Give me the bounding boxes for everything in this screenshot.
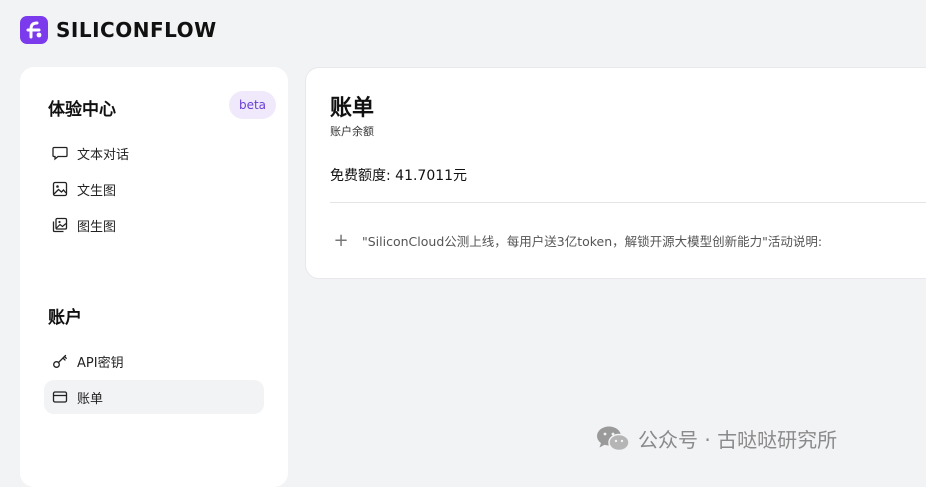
sidebar-item-label: API密钥	[77, 355, 124, 371]
page-subtitle: 账户余额	[330, 125, 374, 138]
page-title: 账单	[330, 96, 375, 121]
siliconflow-logo-icon	[20, 16, 48, 44]
sidebar-item-api-keys[interactable]: API密钥	[44, 344, 264, 378]
sidebar-item-label: 账单	[77, 391, 104, 407]
section-title-account: 账户	[48, 308, 82, 328]
watermark-text: 公众号 · 古哒哒研究所	[638, 428, 838, 452]
sidebar: 体验中心 beta 文本对话 文生图 图生图 账户 API密钥 账单	[20, 67, 288, 487]
sidebar-item-image-to-image[interactable]: 图生图	[44, 208, 264, 242]
beta-badge: beta	[229, 91, 276, 119]
section-title-experience: 体验中心	[48, 100, 116, 120]
sidebar-item-text-chat[interactable]: 文本对话	[44, 136, 264, 170]
watermark: 公众号 · 古哒哒研究所	[596, 424, 837, 453]
image-icon	[52, 181, 68, 197]
chat-bubble-icon	[52, 146, 68, 161]
image-stack-icon	[52, 217, 68, 233]
card-icon	[52, 391, 68, 403]
wechat-icon	[597, 426, 630, 451]
activity-notice-toggle[interactable]: + "SiliconCloud公测上线，每用户送3亿token，解锁开源大模型创…	[330, 230, 822, 251]
sidebar-item-label: 图生图	[77, 219, 117, 235]
sidebar-item-label: 文本对话	[77, 147, 130, 163]
activity-notice-text: "SiliconCloud公测上线，每用户送3亿token，解锁开源大模型创新能…	[362, 234, 823, 249]
sidebar-item-label: 文生图	[77, 183, 117, 199]
brand-logo[interactable]: SILICONFLOW	[20, 16, 217, 44]
key-icon	[53, 354, 67, 368]
free-quota-balance: 免费额度: 41.7011元	[330, 168, 468, 184]
billing-card: 账单 账户余额 免费额度: 41.7011元 + "SiliconCloud公测…	[305, 67, 926, 279]
plus-icon: +	[333, 230, 349, 251]
sidebar-item-billing[interactable]: 账单	[44, 380, 264, 414]
divider	[330, 202, 926, 203]
brand-name: SILICONFLOW	[56, 18, 217, 42]
sidebar-item-text-to-image[interactable]: 文生图	[44, 172, 264, 206]
